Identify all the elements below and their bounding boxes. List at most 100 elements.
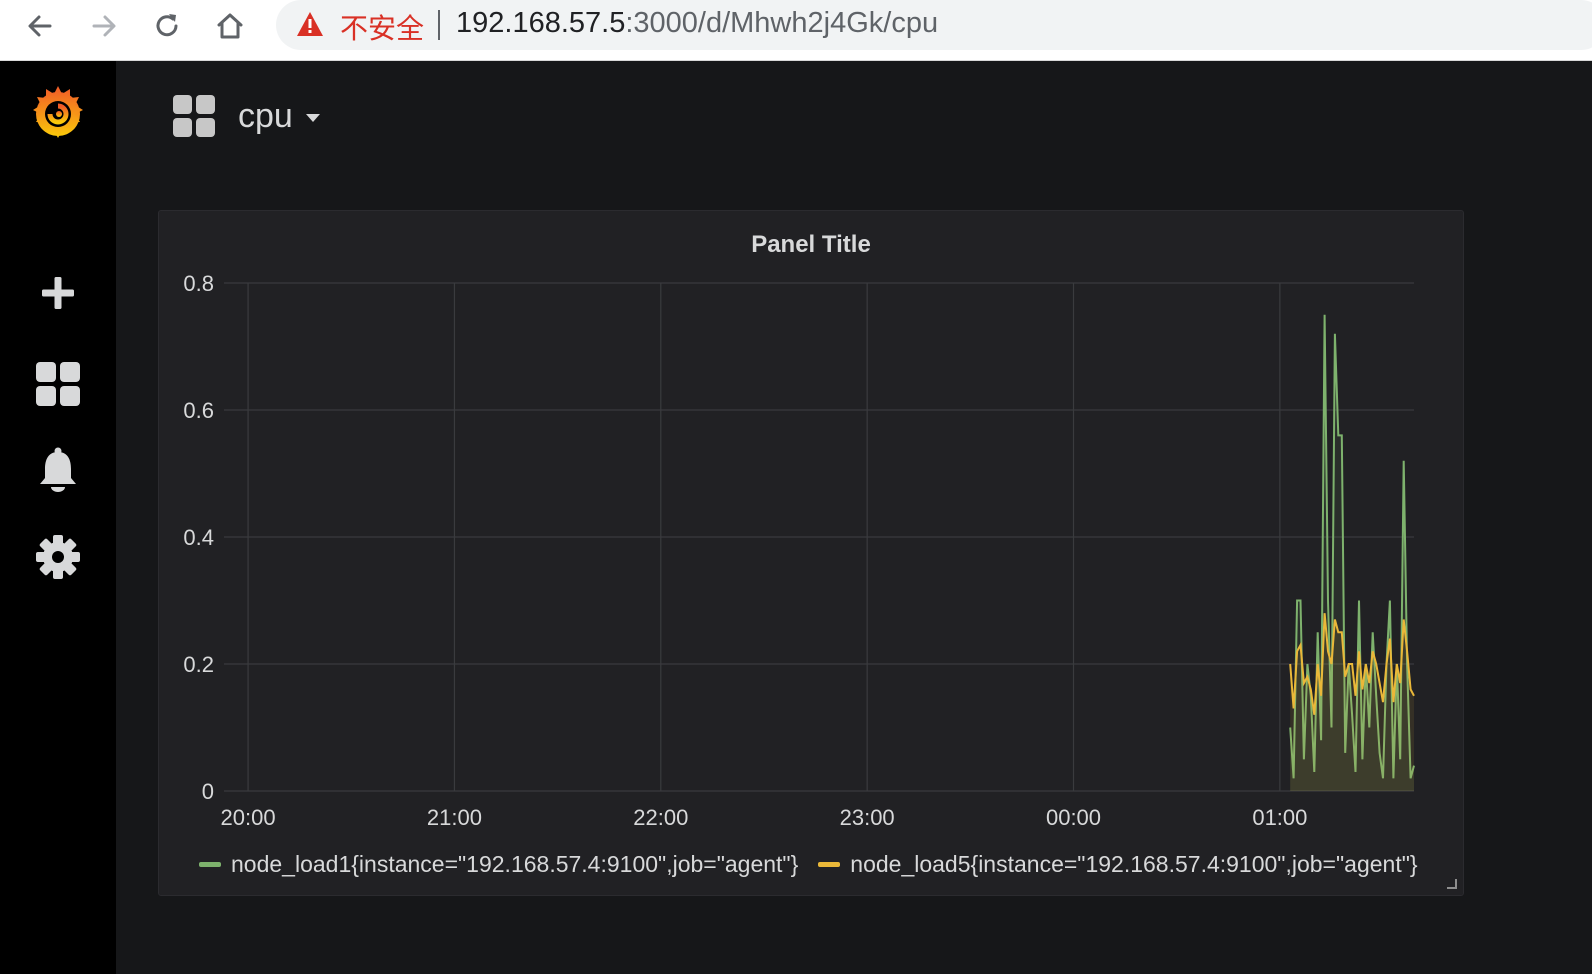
data-point xyxy=(1296,651,1298,653)
data-point xyxy=(1399,682,1401,684)
data-point xyxy=(1310,689,1312,691)
data-point xyxy=(1341,631,1343,633)
chart: 0 0.2 0.4 0.6 0.8 20:00 21:00 22:00 23:00 00:00 01… xyxy=(183,271,1415,830)
data-point xyxy=(1317,631,1319,633)
data-point xyxy=(1293,708,1295,710)
arrow-right-icon xyxy=(92,15,116,37)
address-separator xyxy=(438,10,440,40)
data-point xyxy=(1403,619,1405,621)
data-point xyxy=(1344,676,1346,678)
data-point xyxy=(1348,663,1350,665)
data-point xyxy=(1406,651,1408,653)
side-menu xyxy=(0,61,116,974)
chart-legend: node_load1{instance="192.168.57.4:9100",… xyxy=(199,851,1438,878)
data-point xyxy=(1351,663,1353,665)
legend-swatch-series1[interactable] xyxy=(199,862,221,867)
data-point xyxy=(1362,689,1364,691)
forward-button[interactable] xyxy=(84,6,124,46)
series-area-2 xyxy=(1290,613,1414,791)
dashboard-title: cpu xyxy=(238,96,293,135)
data-point xyxy=(1300,600,1302,602)
legend-label[interactable]: node_load5{instance="192.168.57.4:9100",… xyxy=(850,851,1417,878)
x-tick-label: 22:00 xyxy=(633,805,688,830)
data-point xyxy=(1313,714,1315,716)
home-icon xyxy=(217,13,243,39)
data-point xyxy=(1389,638,1391,640)
data-point xyxy=(1372,631,1374,633)
back-button[interactable] xyxy=(20,6,60,46)
gear-icon xyxy=(36,535,80,579)
alerting-menu-button[interactable] xyxy=(0,440,116,500)
data-point xyxy=(1389,600,1391,602)
data-point xyxy=(1324,314,1326,316)
data-point xyxy=(1320,695,1322,697)
url-host: 192.168.57.5 xyxy=(456,7,626,39)
data-point xyxy=(1355,695,1357,697)
y-tick-label: 0 xyxy=(202,779,214,804)
dashboard-grid-icon xyxy=(173,95,215,137)
grafana-logo-icon xyxy=(33,86,83,138)
x-tick-label: 01:00 xyxy=(1252,805,1307,830)
data-point xyxy=(1327,600,1329,602)
data-point xyxy=(1303,682,1305,684)
y-tick-label: 0.2 xyxy=(183,652,214,677)
arrow-left-icon xyxy=(28,15,52,37)
dashboards-menu-button[interactable] xyxy=(0,354,116,414)
legend-swatch-series2[interactable] xyxy=(818,862,841,867)
x-tick-label: 23:00 xyxy=(840,805,895,830)
data-point xyxy=(1410,689,1412,691)
data-point xyxy=(1334,333,1336,335)
home-button[interactable] xyxy=(210,6,250,46)
security-warning-label[interactable]: 不安全 xyxy=(340,7,424,47)
data-point xyxy=(1358,600,1360,602)
legend-label[interactable]: node_load1{instance="192.168.57.4:9100",… xyxy=(231,851,798,878)
data-point xyxy=(1375,663,1377,665)
data-point xyxy=(1393,701,1395,703)
data-point xyxy=(1307,676,1309,678)
data-point xyxy=(1368,682,1370,684)
data-point xyxy=(1358,651,1360,653)
grafana-home-link[interactable] xyxy=(0,83,116,143)
caret-down-icon xyxy=(305,114,320,122)
data-point xyxy=(1307,663,1309,665)
data-point xyxy=(1365,663,1367,665)
data-point xyxy=(1338,435,1340,437)
data-point xyxy=(1413,695,1415,697)
data-point xyxy=(1372,651,1374,653)
y-tick-label: 0.4 xyxy=(183,525,214,550)
x-tick-label: 00:00 xyxy=(1046,805,1101,830)
graph-panel: Panel Title 0 0.2 0.4 0.6 0.8 20:00 21:00 22:00… xyxy=(158,210,1464,896)
y-tick-label: 0.6 xyxy=(183,398,214,423)
data-point xyxy=(1327,651,1329,653)
data-point xyxy=(1300,644,1302,646)
dashboard-grid-icon xyxy=(36,362,80,406)
bell-icon xyxy=(40,447,76,492)
data-point xyxy=(1396,663,1398,665)
data-point xyxy=(1289,663,1291,665)
configuration-menu-button[interactable] xyxy=(0,527,116,587)
url-path: :3000/d/Mhwh2j4Gk/cpu xyxy=(625,7,939,39)
reload-button[interactable] xyxy=(147,6,187,46)
panel-resize-handle[interactable] xyxy=(1447,879,1457,889)
data-point xyxy=(1296,600,1298,602)
data-point xyxy=(1324,612,1326,614)
data-point xyxy=(1379,682,1381,684)
data-point xyxy=(1386,663,1388,665)
y-tick-label: 0.8 xyxy=(183,271,214,296)
legend-item[interactable]: node_load5{instance="192.168.57.4:9100",… xyxy=(818,851,1418,878)
warning-icon xyxy=(297,12,323,36)
x-tick-label: 21:00 xyxy=(427,805,482,830)
create-menu-button[interactable] xyxy=(0,263,116,323)
data-point xyxy=(1317,663,1319,665)
data-point xyxy=(1331,663,1333,665)
data-point xyxy=(1334,619,1336,621)
legend-item[interactable]: node_load1{instance="192.168.57.4:9100",… xyxy=(199,851,798,878)
browser-toolbar: 不安全 192.168.57.5:3000/d/Mhwh2j4Gk/cpu xyxy=(0,0,1592,61)
dashboard-picker[interactable]: cpu xyxy=(172,91,321,141)
plus-icon xyxy=(42,277,74,309)
x-tick-label: 20:00 xyxy=(221,805,276,830)
reload-icon xyxy=(156,14,178,37)
data-point xyxy=(1382,701,1384,703)
data-point xyxy=(1338,631,1340,633)
url-text[interactable]: 192.168.57.5:3000/d/Mhwh2j4Gk/cpu xyxy=(456,7,938,40)
